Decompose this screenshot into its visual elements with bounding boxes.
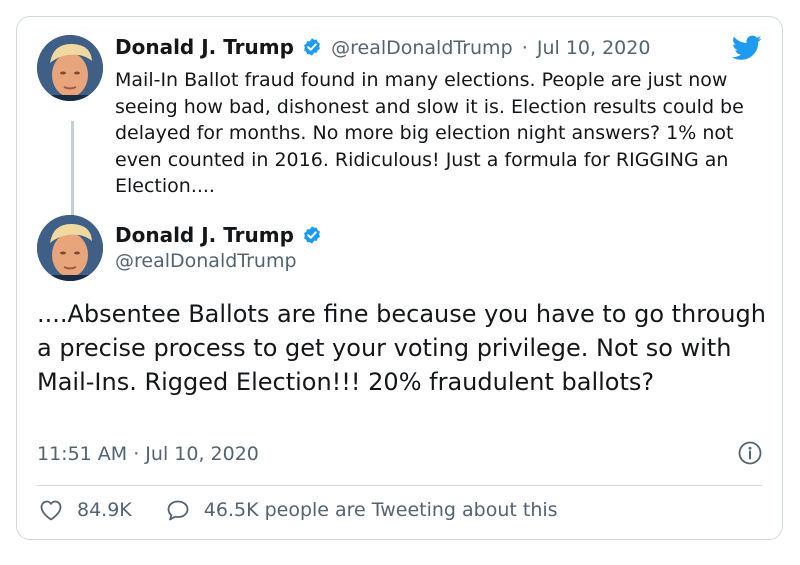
tweet2-text: ....Absentee Ballots are fine because yo… bbox=[37, 300, 766, 396]
tweeting-count-text: 46.5K people are Tweeting about this bbox=[203, 499, 558, 521]
verified-badge-icon bbox=[302, 225, 322, 249]
speech-bubble-icon bbox=[167, 500, 189, 521]
avatar[interactable] bbox=[37, 215, 103, 281]
heart-icon bbox=[40, 500, 62, 521]
divider bbox=[37, 485, 762, 486]
like-button[interactable]: 84.9K bbox=[39, 499, 132, 521]
tweet-date[interactable]: Jul 10, 2020 bbox=[537, 37, 651, 59]
tweeting-about-link[interactable]: 46.5K people are Tweeting about this bbox=[166, 499, 558, 521]
verified-badge-icon bbox=[302, 37, 322, 61]
author-name[interactable]: Donald J. Trump bbox=[115, 35, 294, 59]
embedded-tweet-card: Donald J. Trump @realDonaldTrump · Jul 1… bbox=[16, 16, 783, 540]
thread-connector-line bbox=[71, 121, 74, 220]
like-count: 84.9K bbox=[77, 499, 132, 521]
separator-dot: · bbox=[521, 37, 528, 59]
info-icon[interactable] bbox=[738, 441, 762, 469]
avatar[interactable] bbox=[37, 35, 103, 101]
tweet2-header: Donald J. Trump bbox=[115, 223, 322, 249]
tweet1-header: Donald J. Trump @realDonaldTrump · Jul 1… bbox=[115, 35, 650, 61]
tweet-timestamp[interactable]: 11:51 AM · Jul 10, 2020 bbox=[37, 443, 259, 465]
twitter-bird-icon[interactable] bbox=[731, 35, 762, 65]
author-name[interactable]: Donald J. Trump bbox=[115, 223, 294, 247]
tweet1-text: Mail-In Ballot fraud found in many elect… bbox=[115, 69, 744, 197]
author-handle[interactable]: @realDonaldTrump bbox=[331, 37, 513, 59]
author-handle[interactable]: @realDonaldTrump bbox=[115, 250, 297, 272]
engagement-stats: 84.9K 46.5K people are Tweeting about th… bbox=[39, 499, 558, 521]
